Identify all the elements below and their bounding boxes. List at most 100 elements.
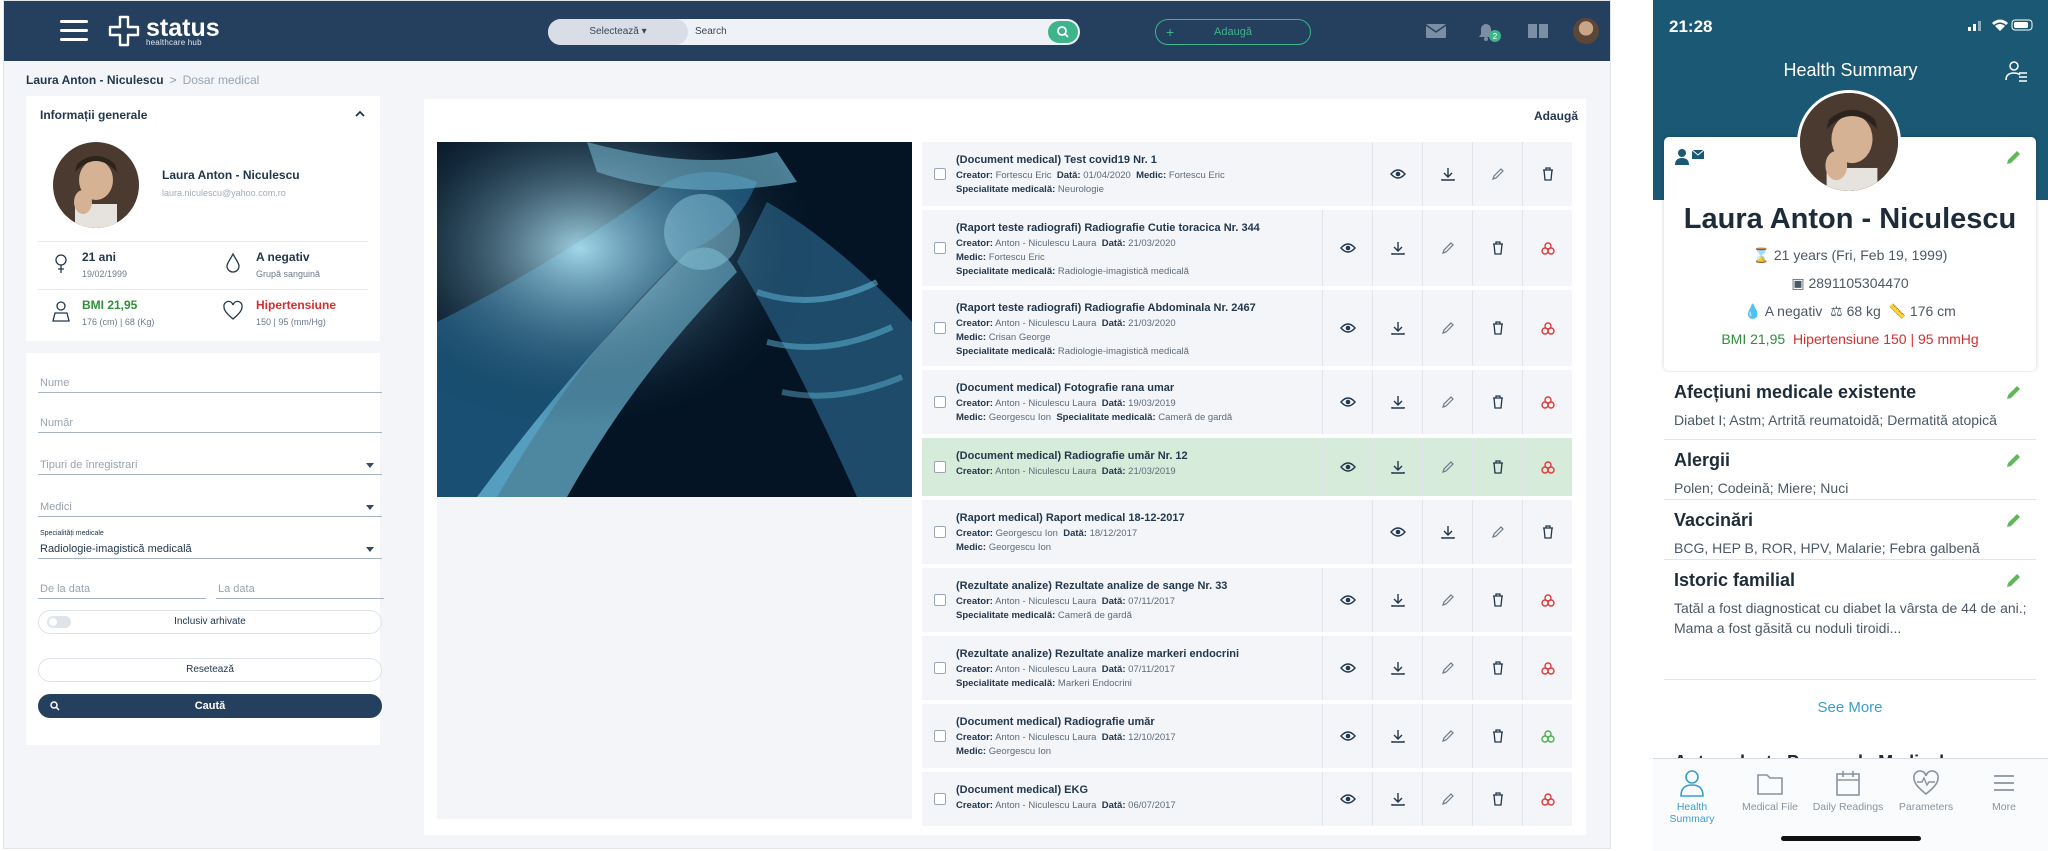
edit-pencil-icon[interactable] — [2004, 384, 2022, 402]
trash-action-button[interactable] — [1472, 290, 1522, 366]
search-input[interactable]: Search — [695, 19, 727, 45]
bio-action-button[interactable] — [1522, 438, 1572, 496]
download-action-button[interactable] — [1372, 210, 1422, 286]
document-checkbox[interactable] — [934, 662, 946, 674]
document-title[interactable]: (Rezultate analize) Rezultate analize de… — [956, 580, 1227, 592]
view-action-button[interactable] — [1322, 636, 1372, 700]
trash-action-button[interactable] — [1472, 210, 1522, 286]
bio-action-button[interactable] — [1522, 636, 1572, 700]
edit-action-button[interactable] — [1422, 568, 1472, 632]
document-checkbox[interactable] — [934, 793, 946, 805]
bio-action-button[interactable] — [1522, 210, 1572, 286]
bio-action-button[interactable] — [1522, 290, 1572, 366]
summary-section[interactable]: Afecțiuni medicale existente Diabet I; As… — [1664, 372, 2036, 440]
edit-pencil-icon[interactable] — [2004, 452, 2022, 470]
edit-action-button[interactable] — [1472, 500, 1522, 564]
add-button-top[interactable]: + Adaugă — [1155, 19, 1311, 45]
summary-section[interactable]: Alergii Polen; Codeină; Miere; Nuci — [1664, 440, 2036, 500]
trash-action-button[interactable] — [1472, 636, 1522, 700]
user-avatar[interactable] — [1573, 18, 1599, 44]
edit-action-button[interactable] — [1422, 370, 1472, 434]
trash-action-button[interactable] — [1522, 142, 1572, 206]
view-action-button[interactable] — [1322, 568, 1372, 632]
view-action-button[interactable] — [1322, 772, 1372, 826]
search-category-select[interactable]: Selectează ▾ — [548, 19, 688, 45]
record-type-select[interactable]: Tipuri de înregistrari — [38, 457, 382, 475]
number-filter-input[interactable]: Număr — [38, 415, 382, 433]
trash-action-button[interactable] — [1472, 370, 1522, 434]
document-row[interactable]: (Raport teste radiografi) Radiografie Cu… — [922, 210, 1572, 286]
edit-action-button[interactable] — [1422, 772, 1472, 826]
bio-action-button[interactable] — [1522, 370, 1572, 434]
doctors-select[interactable]: Medici — [38, 499, 382, 517]
edit-pencil-icon[interactable] — [2004, 512, 2022, 530]
summary-section[interactable]: Istoric familial Tatăl a fost diagnostica… — [1664, 560, 2036, 680]
download-action-button[interactable] — [1422, 500, 1472, 564]
edit-profile-pencil-icon[interactable] — [2004, 149, 2022, 167]
document-title[interactable]: (Rezultate analize) Rezultate analize ma… — [956, 648, 1239, 660]
reset-button[interactable]: Resetează — [38, 658, 382, 682]
edit-action-button[interactable] — [1422, 290, 1472, 366]
document-title[interactable]: (Raport medical) Raport medical 18-12-20… — [956, 512, 1185, 524]
download-action-button[interactable] — [1372, 636, 1422, 700]
document-checkbox[interactable] — [934, 242, 946, 254]
add-document-link[interactable]: Adaugă — [1534, 109, 1578, 123]
document-title[interactable]: (Document medical) Fotografie rana umar — [956, 382, 1174, 394]
edit-action-button[interactable] — [1422, 636, 1472, 700]
tab-daily-readings[interactable]: Daily Readings — [1809, 769, 1887, 813]
breadcrumb-patient[interactable]: Laura Anton - Niculescu — [26, 73, 164, 87]
chevron-up-icon[interactable] — [354, 108, 366, 120]
specialty-select[interactable]: Radiologie-imagistică medicală — [38, 541, 382, 559]
view-action-button[interactable] — [1372, 500, 1422, 564]
bio-action-button[interactable] — [1522, 704, 1572, 768]
date-from-input[interactable]: De la data — [38, 581, 206, 599]
download-action-button[interactable] — [1372, 568, 1422, 632]
document-row[interactable]: (Rezultate analize) Rezultate analize de… — [922, 568, 1572, 632]
document-checkbox[interactable] — [934, 322, 946, 334]
download-action-button[interactable] — [1422, 142, 1472, 206]
view-action-button[interactable] — [1322, 370, 1372, 434]
search-filter-button[interactable]: Caută — [38, 694, 382, 718]
edit-action-button[interactable] — [1422, 210, 1472, 286]
trash-action-button[interactable] — [1472, 772, 1522, 826]
view-action-button[interactable] — [1322, 210, 1372, 286]
contact-icon[interactable] — [1674, 147, 1706, 167]
document-row[interactable]: (Rezultate analize) Rezultate analize ma… — [922, 636, 1572, 700]
trash-action-button[interactable] — [1522, 500, 1572, 564]
view-action-button[interactable] — [1372, 142, 1422, 206]
download-action-button[interactable] — [1372, 772, 1422, 826]
see-more-button[interactable]: See More — [1664, 699, 2036, 716]
document-checkbox[interactable] — [934, 461, 946, 473]
document-checkbox[interactable] — [934, 396, 946, 408]
tab-health-summary[interactable]: Health Summary — [1653, 769, 1731, 825]
tab-more[interactable]: More — [1965, 769, 2043, 813]
document-checkbox[interactable] — [934, 594, 946, 606]
download-action-button[interactable] — [1372, 290, 1422, 366]
document-title[interactable]: (Raport teste radiografi) Radiografie Cu… — [956, 222, 1260, 234]
edit-action-button[interactable] — [1472, 142, 1522, 206]
summary-section[interactable]: Vaccinări BCG, HEP B, ROR, HPV, Malarie; … — [1664, 500, 2036, 560]
document-title[interactable]: (Raport teste radiografi) Radiografie Ab… — [956, 302, 1256, 314]
book-icon[interactable] — [1526, 21, 1550, 41]
view-action-button[interactable] — [1322, 438, 1372, 496]
date-to-input[interactable]: La data — [216, 581, 384, 599]
hamburger-menu-icon[interactable] — [60, 20, 88, 42]
trash-action-button[interactable] — [1472, 568, 1522, 632]
bio-action-button[interactable] — [1522, 772, 1572, 826]
edit-action-button[interactable] — [1422, 438, 1472, 496]
bell-icon[interactable]: 2 — [1474, 21, 1504, 45]
bio-action-button[interactable] — [1522, 568, 1572, 632]
profile-settings-icon[interactable] — [2005, 60, 2029, 82]
include-archived-toggle[interactable]: Inclusiv arhivate — [38, 610, 382, 634]
tab-medical-file[interactable]: Medical File — [1731, 769, 1809, 813]
tab-parameters[interactable]: Parameters — [1887, 769, 1965, 813]
edit-pencil-icon[interactable] — [2004, 572, 2022, 590]
document-title[interactable]: (Document medical) EKG — [956, 784, 1088, 796]
view-action-button[interactable] — [1322, 290, 1372, 366]
document-row[interactable]: (Document medical) EKG Creator: Anton - N… — [922, 772, 1572, 826]
search-button[interactable] — [1048, 21, 1078, 43]
view-action-button[interactable] — [1322, 704, 1372, 768]
document-title[interactable]: (Document medical) Radiografie umăr Nr. … — [956, 450, 1188, 462]
document-row[interactable]: (Document medical) Test covid19 Nr. 1 Cre… — [922, 142, 1572, 206]
mail-icon[interactable] — [1424, 21, 1448, 41]
